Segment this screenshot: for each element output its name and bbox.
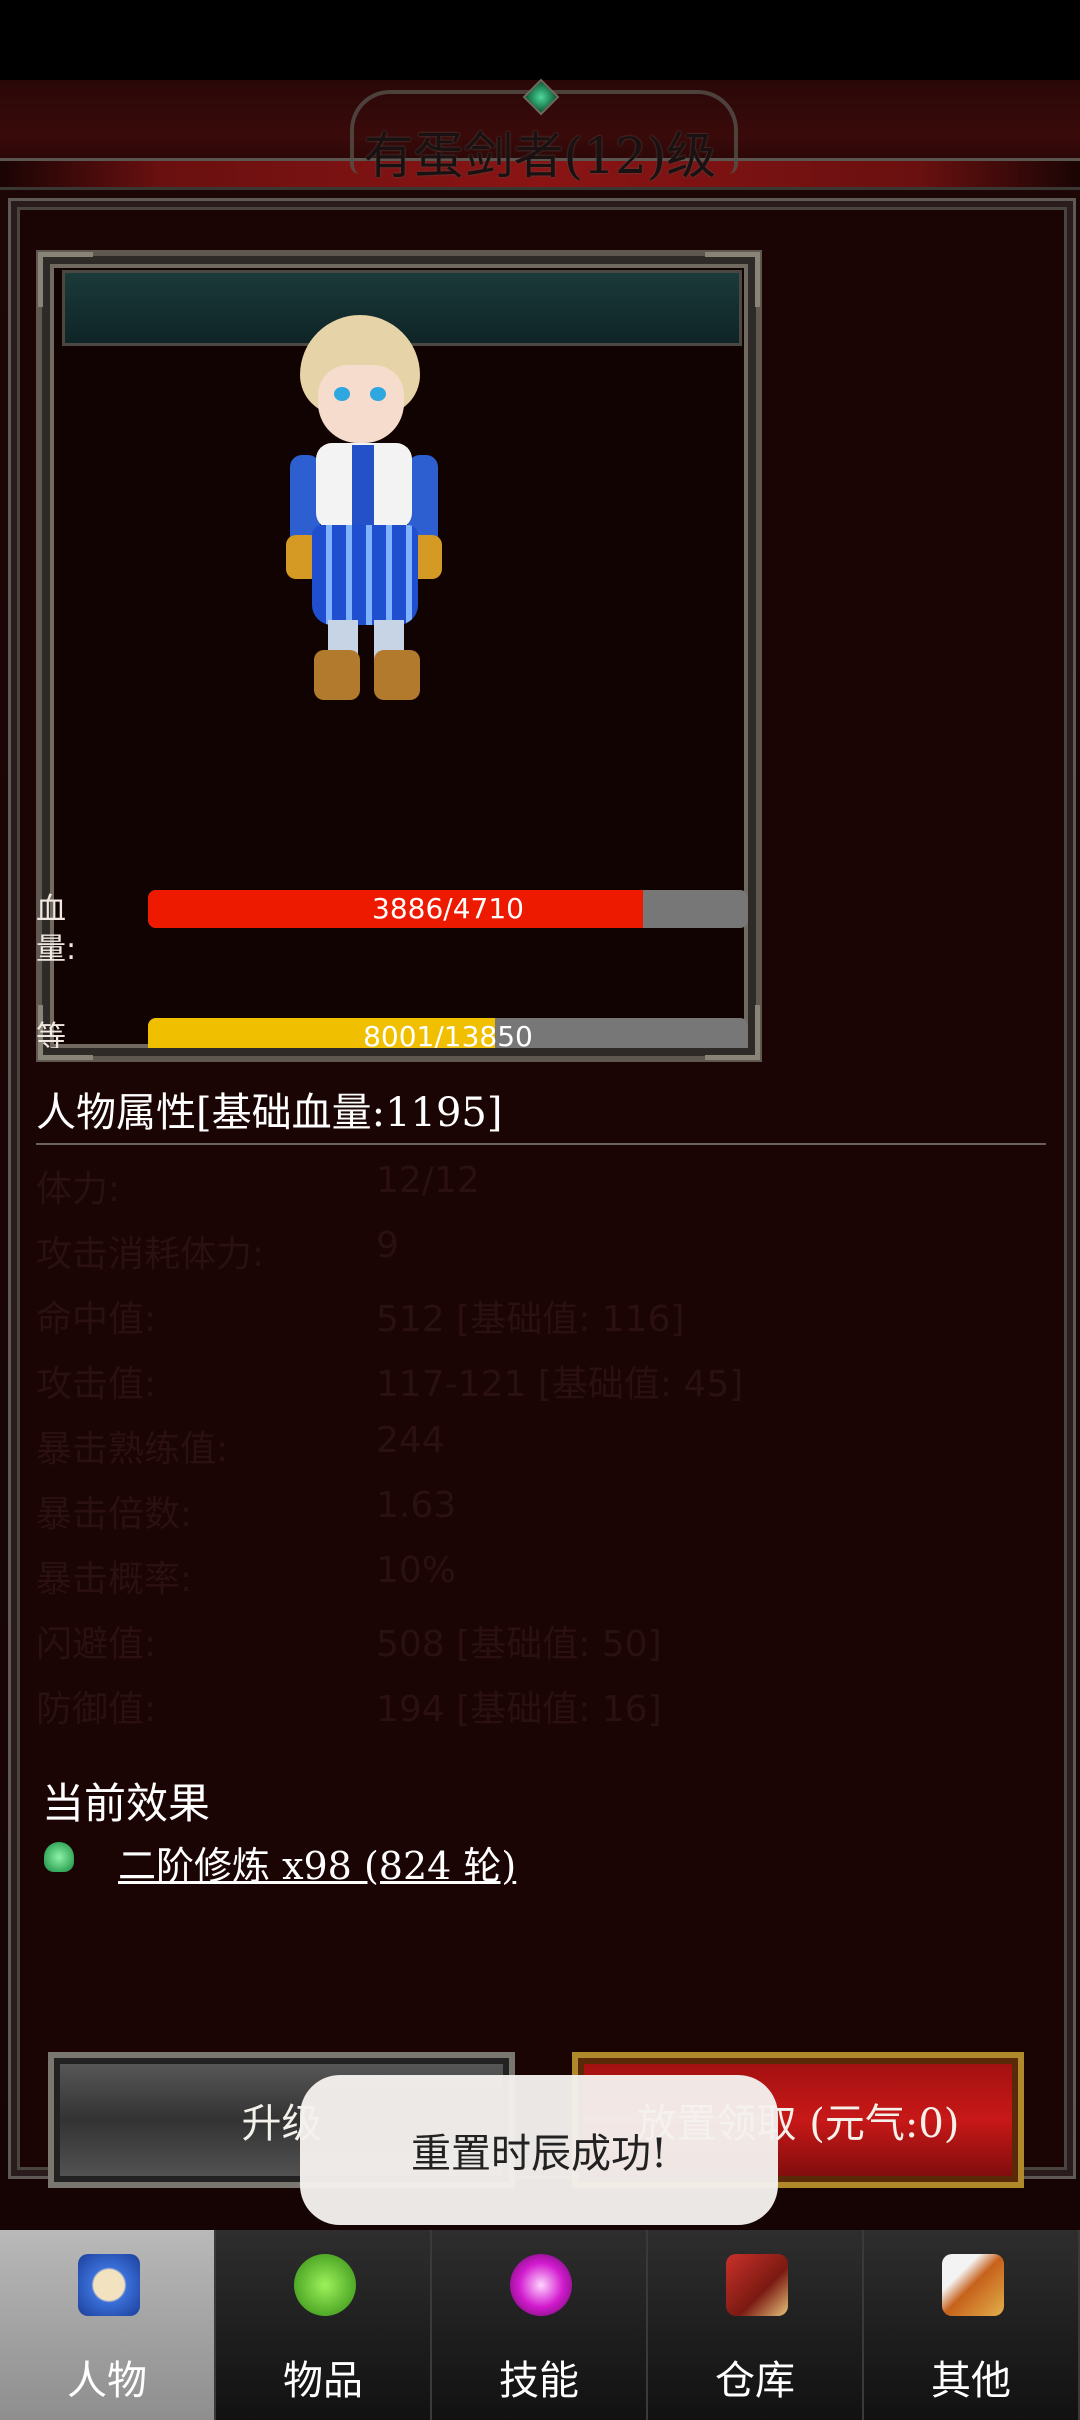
- nav-item-other[interactable]: 其他: [864, 2230, 1080, 2420]
- warehouse-icon: [726, 2254, 788, 2316]
- effect-link[interactable]: 二阶修炼 x98 (824 轮): [118, 1835, 516, 1890]
- sword-icon: [942, 2254, 1004, 2316]
- attribute-value: 9: [376, 1225, 399, 1266]
- attribute-key: 攻击值:: [36, 1364, 157, 1405]
- nav-item-warehouse[interactable]: 仓库: [648, 2230, 864, 2420]
- character-sprite: [286, 315, 460, 705]
- character-title: 有蛋剑者(12)级: [363, 127, 717, 185]
- status-bar: [0, 0, 1080, 80]
- attribute-key: 命中值:: [36, 1299, 157, 1340]
- nav-item-skills[interactable]: 技能: [432, 2230, 648, 2420]
- potion-icon: [294, 2254, 356, 2316]
- attribute-key: 暴击概率:: [36, 1559, 193, 1600]
- skill-orb-icon: [510, 2254, 572, 2316]
- attribute-value: 10%: [376, 1550, 457, 1591]
- attribute-key: 体力:: [36, 1169, 121, 1210]
- xp-bar-clip: 等级: 8001/13850: [36, 1018, 750, 1048]
- frame-corner-icon: [705, 252, 760, 307]
- frame-corner-icon: [38, 252, 93, 307]
- attribute-key: 攻击消耗体力:: [36, 1234, 265, 1275]
- character-icon: [78, 2254, 140, 2316]
- nav-item-items[interactable]: 物品: [216, 2230, 432, 2420]
- nav-label: 仓库: [715, 2358, 795, 2404]
- bottom-nav: 人物 物品 技能 仓库 其他: [0, 2230, 1080, 2420]
- attribute-value: 12/12: [376, 1160, 480, 1201]
- attributes-header: 人物属性[基础血量:1195]: [36, 1090, 503, 1136]
- attribute-value: 194 [基础值: 16]: [376, 1689, 662, 1730]
- nav-label: 人物: [67, 2358, 147, 2404]
- attribute-value: 244: [376, 1420, 445, 1461]
- hp-track: 3886/4710: [148, 890, 748, 928]
- xp-track: 8001/13850: [148, 1018, 748, 1048]
- hp-label: 血量:: [36, 892, 77, 967]
- attribute-key: 暴击熟练值:: [36, 1429, 229, 1470]
- nav-label: 其他: [931, 2358, 1011, 2404]
- hp-value: 3886/4710: [372, 892, 524, 925]
- nav-item-character[interactable]: 人物: [0, 2230, 216, 2420]
- effects-title: 当前效果: [42, 1779, 211, 1828]
- nav-label: 物品: [283, 2358, 363, 2404]
- attribute-key: 闪避值:: [36, 1624, 157, 1665]
- green-gem-icon: [44, 1842, 74, 1872]
- xp-label: 等级:: [36, 1020, 66, 1048]
- attribute-value: 1.63: [376, 1485, 457, 1526]
- app-screen: 有蛋剑者(12)级 血量: 3886/4710 等级:: [0, 78, 1080, 2420]
- attribute-value: 508 [基础值: 50]: [376, 1624, 662, 1665]
- attribute-value: 117-121 [基础值: 45]: [376, 1364, 744, 1405]
- nav-label: 技能: [499, 2358, 579, 2404]
- divider: [36, 1143, 1046, 1145]
- title-banner: 有蛋剑者(12)级: [0, 78, 1080, 190]
- xp-value: 8001/13850: [363, 1020, 533, 1048]
- toast-message: 重置时辰成功!: [300, 2075, 778, 2225]
- attribute-key: 暴击倍数:: [36, 1494, 193, 1535]
- attribute-value: 512 [基础值: 116]: [376, 1299, 685, 1340]
- attribute-key: 防御值:: [36, 1689, 157, 1730]
